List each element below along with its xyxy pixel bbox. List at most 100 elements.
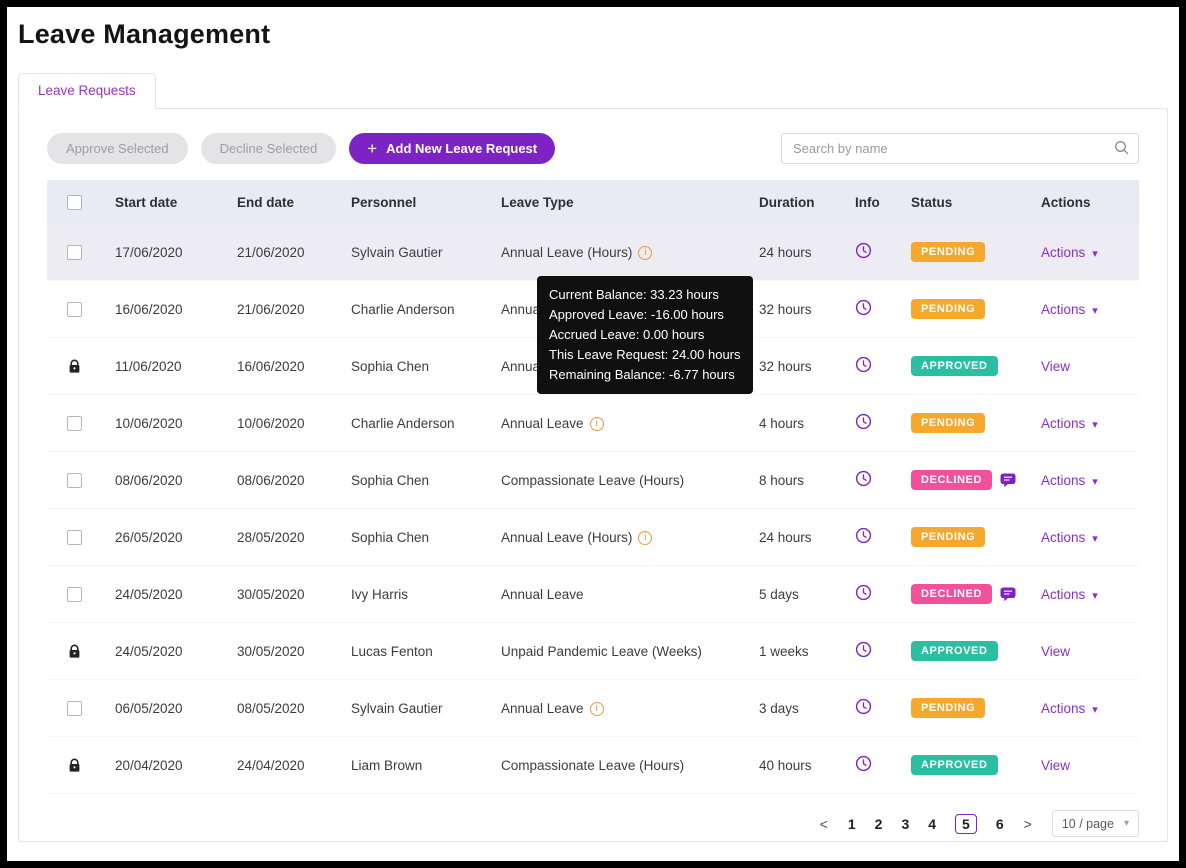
row-checkbox[interactable]: [66, 529, 82, 545]
info-cell: [841, 299, 897, 319]
leave-type-label: Annual Leave: [501, 700, 584, 716]
lock-icon: [69, 359, 79, 373]
row-view-link[interactable]: View: [1041, 359, 1070, 374]
clock-icon[interactable]: [855, 242, 872, 259]
end-date-cell: 08/06/2020: [237, 472, 305, 488]
chevron-down-icon: ▾: [1123, 818, 1129, 829]
table-row: 24/05/2020 30/05/2020 Ivy Harris Annual …: [47, 566, 1139, 623]
select-all-checkbox[interactable]: [66, 194, 82, 210]
pagination-page-3[interactable]: 3: [901, 816, 909, 832]
clock-icon[interactable]: [855, 356, 872, 373]
search-icon[interactable]: [1114, 140, 1130, 156]
personnel-cell: Lucas Fenton: [351, 643, 433, 659]
actions-cell: Actions ▾: [1027, 587, 1139, 602]
pagination-prev[interactable]: <: [818, 816, 830, 832]
leave-balance-info-icon[interactable]: i: [638, 530, 653, 545]
duration-cell: 24 hours: [759, 529, 812, 545]
clock-icon[interactable]: [855, 413, 872, 430]
status-badge: DECLINED: [911, 584, 993, 604]
info-cell: [841, 356, 897, 376]
pagination-page-5[interactable]: 5: [955, 813, 977, 834]
row-checkbox[interactable]: [66, 472, 82, 488]
clock-icon[interactable]: [855, 299, 872, 316]
pagination-page-4[interactable]: 4: [928, 816, 936, 832]
pagination-page-1[interactable]: 1: [848, 816, 856, 832]
end-date-cell: 28/05/2020: [237, 529, 305, 545]
actions-cell: View: [1027, 644, 1139, 659]
leave-type-cell: Annual Leave (Hours) i: [487, 530, 745, 545]
actions-link-label: Actions: [1041, 586, 1086, 602]
leave-balance-info-icon[interactable]: i: [638, 245, 653, 260]
decline-selected-button[interactable]: Decline Selected: [200, 133, 337, 164]
status-badge: PENDING: [911, 242, 986, 262]
status-cell: APPROVED: [897, 356, 1027, 376]
row-actions-link[interactable]: Actions ▾: [1041, 473, 1098, 488]
status-badge: APPROVED: [911, 356, 998, 376]
add-leave-request-label: Add New Leave Request: [386, 141, 538, 156]
pagination-page-2[interactable]: 2: [875, 816, 883, 832]
leave-balance-info-icon[interactable]: i: [589, 701, 604, 716]
search-input[interactable]: [781, 133, 1139, 164]
end-date-cell: 16/06/2020: [237, 358, 305, 374]
pagination-page-6[interactable]: 6: [996, 816, 1004, 832]
column-header-leave-type: Leave Type: [501, 194, 574, 210]
table-row: 17/06/2020 21/06/2020 Sylvain Gautier An…: [47, 224, 1139, 281]
info-cell: [841, 413, 897, 433]
leave-balance-info-icon[interactable]: i: [589, 416, 604, 431]
clock-icon[interactable]: [855, 527, 872, 544]
row-view-link[interactable]: View: [1041, 758, 1070, 773]
status-badge: PENDING: [911, 413, 986, 433]
approve-selected-button[interactable]: Approve Selected: [47, 133, 188, 164]
clock-icon[interactable]: [855, 698, 872, 715]
row-checkbox[interactable]: [66, 700, 82, 716]
row-checkbox[interactable]: [66, 301, 82, 317]
row-actions-link[interactable]: Actions ▾: [1041, 416, 1098, 431]
tooltip-line-remaining-balance: Remaining Balance: -6.77 hours: [549, 367, 735, 382]
pagination-next[interactable]: >: [1022, 816, 1034, 832]
duration-cell: 1 weeks: [759, 643, 809, 659]
page-size-select[interactable]: 10 / page ▾: [1051, 810, 1139, 837]
clock-icon[interactable]: [855, 755, 872, 772]
row-checkbox[interactable]: [66, 586, 82, 602]
info-cell: [841, 242, 897, 262]
row-actions-link[interactable]: Actions ▾: [1041, 701, 1098, 716]
start-date-cell: 11/06/2020: [115, 358, 182, 374]
duration-cell: 8 hours: [759, 472, 805, 488]
info-cell: [841, 527, 897, 547]
plus-icon: +: [367, 139, 378, 158]
clock-icon[interactable]: [855, 641, 872, 658]
search-box: [781, 133, 1139, 164]
end-date-cell: 08/05/2020: [237, 700, 305, 716]
personnel-cell: Liam Brown: [351, 757, 423, 773]
status-badge: PENDING: [911, 299, 986, 319]
row-view-link[interactable]: View: [1041, 644, 1070, 659]
comment-icon[interactable]: [1000, 587, 1016, 602]
start-date-cell: 24/05/2020: [115, 643, 183, 659]
column-header-info: Info: [855, 194, 880, 210]
row-actions-link[interactable]: Actions ▾: [1041, 302, 1098, 317]
actions-caret-icon: ▾: [1092, 532, 1098, 545]
comment-icon[interactable]: [1000, 473, 1016, 488]
table-row: 20/04/2020 24/04/2020 Liam Brown Compass…: [47, 737, 1139, 794]
start-date-cell: 10/06/2020: [115, 415, 183, 431]
clock-icon[interactable]: [855, 470, 872, 487]
start-date-cell: 20/04/2020: [115, 757, 183, 773]
end-date-cell: 21/06/2020: [237, 301, 305, 317]
row-actions-link[interactable]: Actions ▾: [1041, 245, 1098, 260]
end-date-cell: 10/06/2020: [237, 415, 305, 431]
personnel-cell: Sylvain Gautier: [351, 700, 443, 716]
status-cell: PENDING: [897, 698, 1027, 718]
duration-cell: 24 hours: [759, 244, 812, 260]
row-checkbox[interactable]: [66, 415, 82, 431]
column-header-start-date: Start date: [115, 194, 178, 210]
row-checkbox[interactable]: [66, 244, 82, 260]
row-actions-link[interactable]: Actions ▾: [1041, 587, 1098, 602]
start-date-cell: 26/05/2020: [115, 529, 183, 545]
row-actions-link[interactable]: Actions ▾: [1041, 530, 1098, 545]
column-header-status: Status: [911, 194, 953, 210]
personnel-cell: Sophia Chen: [351, 472, 430, 488]
tooltip-line-accrued-leave: Accrued Leave: 0.00 hours: [549, 327, 705, 342]
clock-icon[interactable]: [855, 584, 872, 601]
add-leave-request-button[interactable]: + Add New Leave Request: [349, 133, 556, 164]
tab-leave-requests[interactable]: Leave Requests: [18, 73, 156, 109]
